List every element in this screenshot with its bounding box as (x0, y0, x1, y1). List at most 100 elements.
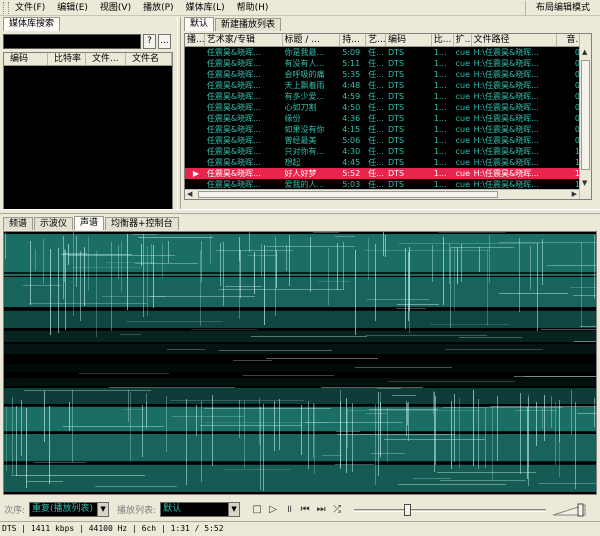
play-icon[interactable]: ▷ (266, 503, 280, 517)
column-header-album-artist[interactable]: 艺... (366, 34, 386, 46)
playing-indicator (185, 58, 205, 69)
playlist-tabs: 默认 新建播放列表 (184, 17, 282, 31)
column-header-artist[interactable]: 艺术家/专辑 (205, 34, 283, 46)
random-icon[interactable]: ⤮ (330, 503, 344, 517)
row-codec: DTS (388, 103, 405, 112)
tab-playlist-new[interactable]: 新建播放列表 (215, 18, 282, 31)
scroll-left-icon[interactable]: ◀ (187, 190, 192, 198)
volume-slider[interactable] (552, 503, 586, 517)
column-header-file[interactable]: 文件... (86, 53, 126, 65)
row-album-artist: 任... (368, 92, 384, 101)
row-bitrate: 1... (433, 92, 447, 101)
playlist-row[interactable]: ▶ 任震昊&晓晖... 好人好梦 5:52 任... DTS 1... cue H:\任震昊&晓… (185, 168, 591, 179)
menu-library[interactable]: 媒体库(L) (180, 1, 231, 15)
row-codec: DTS (388, 136, 405, 145)
playing-indicator (185, 102, 205, 113)
playlist-row[interactable]: 任震昊&晓晖... 想起 4:45 任... DTS 1... cue H:\任震昊&晓晖..… (185, 157, 591, 168)
playlist-row[interactable]: 任震昊&晓晖... 只对你有... 4:30 任... DTS 1... cue H:\任震昊… (185, 146, 591, 157)
row-extension: cue (455, 147, 471, 156)
playlist-row[interactable]: 任震昊&晓晖... 缘份 4:36 任... DTS 1... cue H:\任震昊&晓晖..… (185, 113, 591, 124)
scroll-down-icon[interactable]: ▼ (582, 179, 587, 187)
row-duration: 4:30 (342, 147, 361, 156)
chevron-down-icon[interactable]: ▼ (228, 503, 240, 516)
menu-help[interactable]: 帮助(H) (231, 1, 275, 15)
spectrogram-view (3, 231, 597, 495)
playlist-vertical-scrollbar[interactable]: ▲ ▼ (579, 34, 591, 199)
library-results-table[interactable]: 编码 比特率 文件... 文件名 (3, 52, 173, 210)
column-header-extension[interactable]: 扩... (454, 34, 472, 46)
row-title: 你是我最... (284, 48, 325, 57)
column-header-title[interactable]: 标题 / ... (283, 34, 341, 46)
row-codec: DTS (388, 59, 405, 68)
next-icon[interactable]: ⏭ (314, 503, 328, 517)
playlist-row[interactable]: 任震昊&晓晖... 有没有人... 5:11 任... DTS 1... cue H:\任震昊… (185, 58, 591, 69)
row-duration: 5:52 (342, 169, 361, 178)
chevron-down-icon[interactable]: ▼ (97, 503, 109, 516)
column-header-bitrate[interactable]: 比... (432, 34, 454, 46)
scroll-up-icon[interactable]: ▲ (582, 48, 587, 56)
library-search-input[interactable] (3, 34, 141, 49)
playlist-row[interactable]: 任震昊&晓晖... 心如刀割 4:50 任... DTS 1... cue H:\任震昊&晓晖… (185, 102, 591, 113)
order-select[interactable]: 重复(播放列表) ▼ (29, 502, 110, 517)
column-header-playing[interactable]: 播... (185, 34, 205, 46)
previous-icon[interactable]: ⏮ (298, 503, 312, 517)
tab-spectrogram[interactable]: 声谱 (74, 216, 105, 230)
seek-slider-thumb[interactable] (404, 503, 412, 516)
column-header-duration[interactable]: 持... (340, 34, 367, 46)
row-duration: 5:11 (342, 59, 361, 68)
tab-playlist-default[interactable]: 默认 (184, 17, 215, 31)
playlist-row[interactable]: 任震昊&晓晖... 如果没有你 4:15 任... DTS 1... cue H:\任震昊&晓… (185, 124, 591, 135)
playlist-row[interactable]: 任震昊&晓晖... 曾经最美 5:06 任... DTS 1... cue H:\任震昊&晓晖… (185, 135, 591, 146)
layout-edit-mode-button[interactable]: 布局编辑模式 (524, 0, 600, 15)
row-file-path: H:\任震昊&晓晖... (473, 70, 539, 79)
column-header-filename[interactable]: 文件名 (126, 53, 172, 65)
row-artist: 任震昊&晓晖... (206, 114, 261, 123)
search-options-button[interactable]: ... (158, 34, 171, 49)
row-artist: 任震昊&晓晖... (206, 169, 261, 178)
row-extension: cue (455, 136, 471, 145)
row-artist: 任震昊&晓晖... (206, 70, 261, 79)
spectrogram-texture (4, 232, 596, 492)
row-extension: cue (455, 169, 471, 178)
vertical-splitter[interactable] (177, 17, 181, 209)
tab-spectrum[interactable]: 频谱 (3, 217, 34, 230)
volume-slider-thumb[interactable] (577, 503, 584, 516)
scroll-thumb[interactable] (581, 60, 590, 170)
app-window: 文件(F) 编辑(E) 视图(V) 播放(P) 媒体库(L) 帮助(H) 布局编… (0, 0, 600, 536)
row-artist: 任震昊&晓晖... (206, 147, 261, 156)
menu-view[interactable]: 视图(V) (94, 1, 137, 15)
row-codec: DTS (388, 114, 405, 123)
column-header-codec[interactable]: 编码 (4, 53, 48, 65)
tab-library-search[interactable]: 媒体库搜索 (3, 17, 61, 31)
seek-slider[interactable] (354, 503, 547, 516)
row-codec: DTS (388, 158, 405, 167)
menu-file[interactable]: 文件(F) (9, 1, 51, 15)
playlist-row[interactable]: 任震昊&晓晖... 有多少爱... 4:59 任... DTS 1... cue H:\任震昊… (185, 91, 591, 102)
menu-playback[interactable]: 播放(P) (137, 1, 179, 15)
playlist-select[interactable]: 默认 ▼ (160, 502, 241, 517)
row-title: 如果没有你 (284, 125, 325, 134)
column-header-codec[interactable]: 编码 (386, 34, 432, 46)
playlist-row[interactable]: 任震昊&晓晖... 你是我最... 5:09 任... DTS 1... cue H:\任震昊… (185, 47, 591, 58)
playlist-label: 播放列表: (117, 506, 157, 516)
tab-oscilloscope[interactable]: 示波仪 (34, 217, 74, 230)
column-header-bitrate[interactable]: 比特率 (48, 53, 86, 65)
scroll-right-icon[interactable]: ▶ (572, 190, 577, 198)
scroll-thumb[interactable] (198, 191, 498, 198)
playing-indicator (185, 80, 205, 91)
row-codec: DTS (388, 70, 405, 79)
horizontal-splitter[interactable] (0, 209, 600, 214)
column-header-file-path[interactable]: 文件路径 (472, 34, 558, 46)
row-album-artist: 任... (368, 70, 384, 79)
playlist-row[interactable]: 任震昊&晓晖... 天上飘着雨 4:48 任... DTS 1... cue H:\任震昊&晓… (185, 80, 591, 91)
stop-icon[interactable]: □ (250, 503, 264, 517)
menu-edit[interactable]: 编辑(E) (51, 1, 94, 15)
pause-icon[interactable]: ॥ (282, 503, 296, 517)
playlist-table[interactable]: 播... 艺术家/专辑 标题 / ... 持... 艺... 编码 比... 扩… (184, 33, 592, 200)
tab-equalizer-console[interactable]: 均衡器+控制台 (105, 217, 179, 230)
row-file-path: H:\任震昊&晓晖... (473, 48, 539, 57)
playlist-horizontal-scrollbar[interactable]: ◀ ▶ (185, 189, 579, 199)
playlist-row[interactable]: 任震昊&晓晖... 会呼吸的痛 5:35 任... DTS 1... cue H:\任震昊&晓… (185, 69, 591, 80)
search-help-button[interactable]: ? (143, 34, 156, 49)
row-duration: 4:48 (342, 81, 361, 90)
